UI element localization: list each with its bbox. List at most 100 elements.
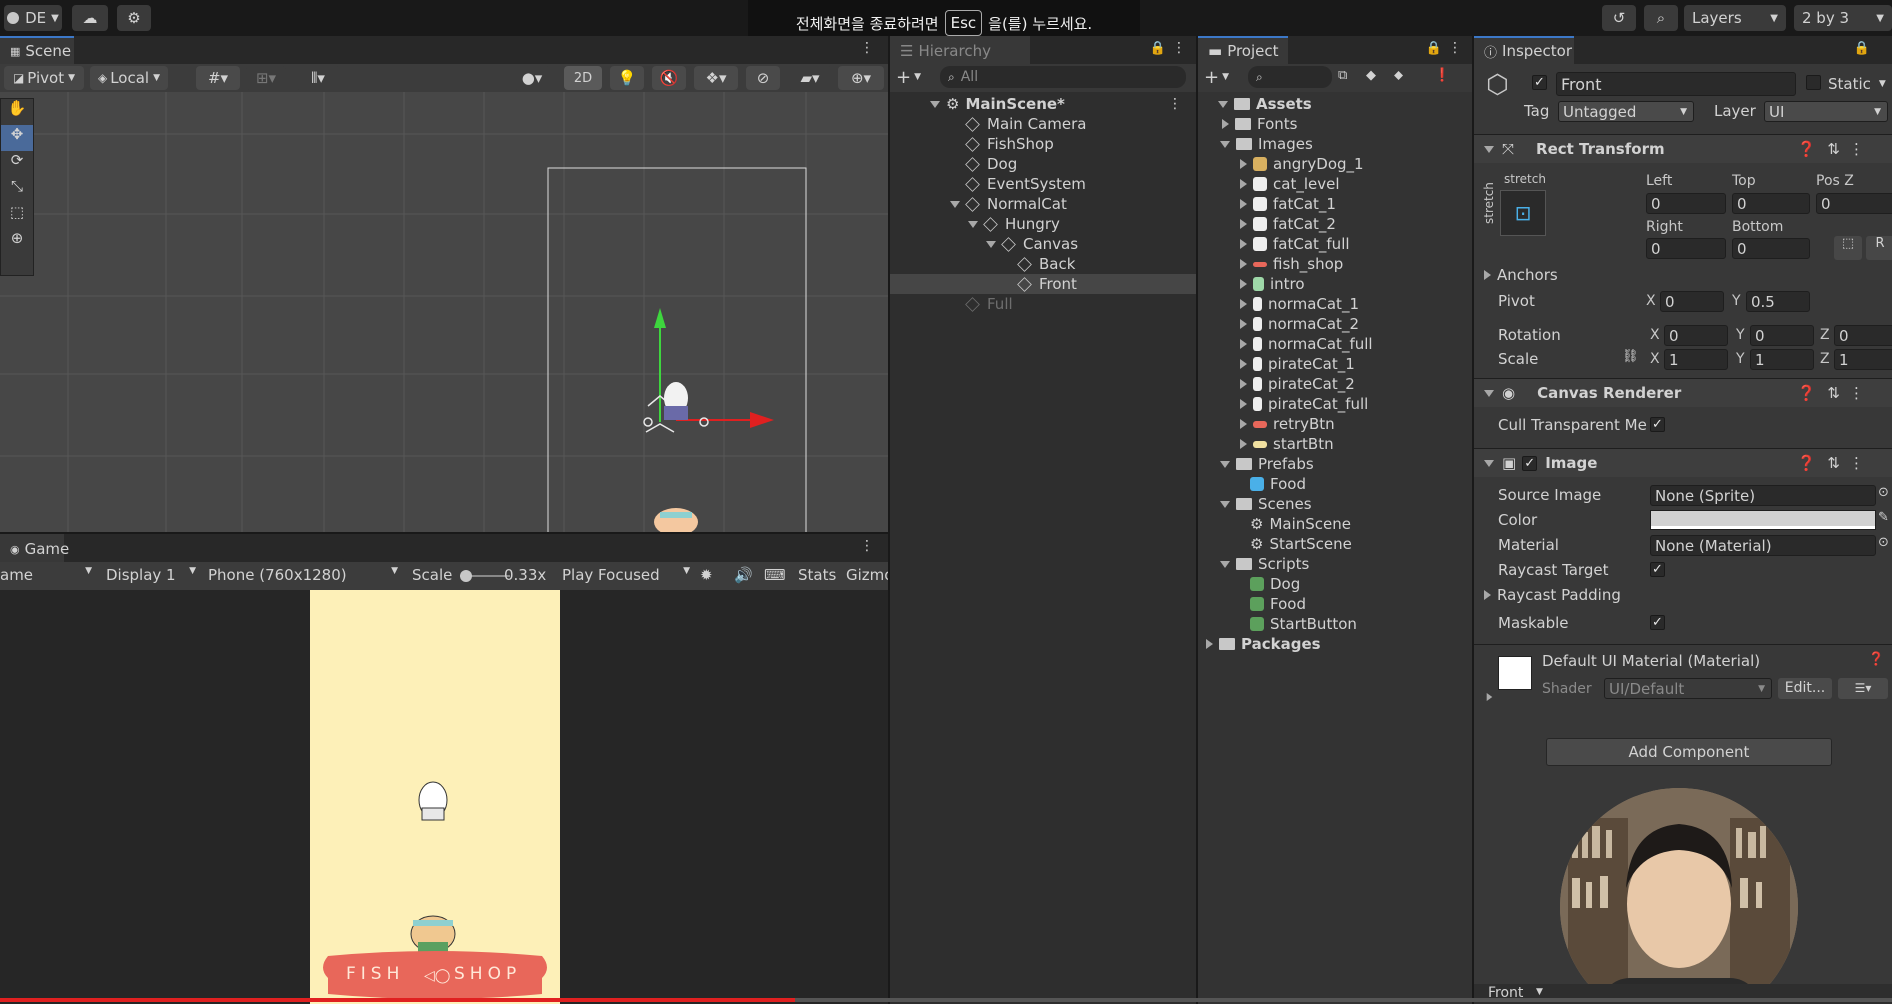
- project-item[interactable]: pirateCat_full: [1240, 394, 1368, 414]
- object-name-field[interactable]: Front: [1556, 72, 1796, 96]
- chevron-down-icon[interactable]: ▼: [1536, 987, 1543, 997]
- hierarchy-item[interactable]: Dog: [965, 154, 1017, 174]
- more-icon[interactable]: ⋮: [1168, 96, 1182, 112]
- raycast-padding-foldout[interactable]: Raycast Padding: [1484, 584, 1621, 606]
- rect-transform-header[interactable]: ⤧ Rect Transform ❓ ⇅ ⋮: [1474, 134, 1892, 163]
- project-item[interactable]: angryDog_1: [1240, 154, 1364, 174]
- more-icon[interactable]: ⋮: [860, 40, 874, 56]
- project-item[interactable]: Dog: [1250, 574, 1300, 594]
- history-button[interactable]: ↺: [1602, 5, 1636, 31]
- image-component-header[interactable]: ▣ ✓ Image ❓ ⇅ ⋮: [1474, 448, 1892, 477]
- increment-snap-button[interactable]: ⊞▾: [246, 66, 286, 90]
- search-button[interactable]: ⌕: [1644, 5, 1678, 31]
- hierarchy-search[interactable]: ⌕ All: [940, 66, 1186, 88]
- image-enabled-checkbox[interactable]: ✓: [1522, 455, 1538, 471]
- cloud-button[interactable]: ☁: [72, 5, 108, 31]
- play-mode-dropdown[interactable]: Play Focused ▼: [562, 566, 690, 584]
- scale-y-field[interactable]: 1: [1750, 349, 1814, 370]
- project-item[interactable]: Scenes: [1220, 494, 1312, 514]
- right-field[interactable]: 0: [1646, 238, 1726, 259]
- object-picker-icon[interactable]: ⊙: [1878, 535, 1889, 550]
- project-item[interactable]: Fonts: [1222, 114, 1297, 134]
- transform-tool[interactable]: ⊕: [1, 229, 33, 255]
- project-item[interactable]: pirateCat_2: [1240, 374, 1355, 394]
- project-item-packages[interactable]: Packages: [1206, 634, 1321, 654]
- project-item[interactable]: fatCat_1: [1240, 194, 1336, 214]
- project-item[interactable]: fatCat_full: [1240, 234, 1350, 254]
- hidden-objects-toggle[interactable]: ⊘: [746, 66, 780, 90]
- project-item[interactable]: fish_shop: [1240, 254, 1343, 274]
- hand-tool[interactable]: ✋: [1, 99, 33, 125]
- more-icon[interactable]: ⋮: [1448, 40, 1462, 56]
- scale-slider[interactable]: [460, 570, 510, 582]
- project-item[interactable]: startBtn: [1240, 434, 1334, 454]
- bottom-field[interactable]: 0: [1732, 238, 1810, 259]
- stats-button[interactable]: Stats: [798, 566, 836, 584]
- cull-transparent-checkbox[interactable]: ✓: [1650, 417, 1665, 432]
- hierarchy-item[interactable]: EventSystem: [965, 174, 1086, 194]
- project-item[interactable]: retryBtn: [1240, 414, 1335, 434]
- hierarchy-item-mainscene[interactable]: ⚙ MainScene*: [930, 94, 1065, 114]
- blueprint-mode-button[interactable]: ⬚: [1834, 236, 1862, 260]
- warning-icon[interactable]: ❗: [1434, 68, 1450, 83]
- static-checkbox[interactable]: [1806, 75, 1821, 90]
- services-button[interactable]: ⚙: [117, 5, 151, 31]
- resolution-dropdown[interactable]: Phone (760x1280) ▼: [208, 566, 398, 584]
- help-icon[interactable]: ❓: [1797, 140, 1816, 158]
- project-item[interactable]: pirateCat_1: [1240, 354, 1355, 374]
- more-icon[interactable]: ⋮: [860, 538, 874, 554]
- tab-scene[interactable]: ▦ Scene: [0, 36, 74, 64]
- object-picker-icon[interactable]: ⊙: [1878, 485, 1889, 500]
- grid-snap-button[interactable]: #▾: [196, 66, 240, 90]
- preset-icon[interactable]: ⇅: [1827, 140, 1840, 158]
- rotation-x-field[interactable]: 0: [1664, 325, 1728, 346]
- top-field[interactable]: 0: [1732, 193, 1810, 214]
- audio-toggle[interactable]: 🔇: [652, 66, 686, 90]
- gizmos-button[interactable]: ⊕▾: [838, 66, 884, 90]
- project-item[interactable]: Images: [1220, 134, 1313, 154]
- more-icon[interactable]: ⋮: [1849, 384, 1864, 402]
- help-icon[interactable]: ❓: [1797, 454, 1816, 472]
- search-by-label-icon[interactable]: ◆: [1366, 68, 1376, 83]
- more-icon[interactable]: ⋮: [1849, 140, 1864, 158]
- rotation-y-field[interactable]: 0: [1750, 325, 1814, 346]
- project-search[interactable]: ⌕: [1248, 66, 1332, 88]
- project-item[interactable]: Prefabs: [1220, 454, 1314, 474]
- shader-dropdown[interactable]: UI/Default ▼: [1604, 678, 1772, 699]
- tab-game[interactable]: ◉ Game: [0, 534, 69, 562]
- layout-dropdown[interactable]: 2 by 3 ▼: [1794, 5, 1892, 31]
- help-icon[interactable]: ❓: [1797, 384, 1816, 402]
- project-item[interactable]: fatCat_2: [1240, 214, 1336, 234]
- tab-hierarchy[interactable]: ☰ Hierarchy: [890, 36, 1030, 64]
- hierarchy-item[interactable]: Back: [1017, 254, 1075, 274]
- move-tool[interactable]: ✥: [1, 125, 33, 151]
- canvas-renderer-header[interactable]: ◉ Canvas Renderer ❓ ⇅ ⋮: [1474, 378, 1892, 407]
- shading-button[interactable]: ●▾: [514, 66, 550, 90]
- project-item[interactable]: Scripts: [1220, 554, 1309, 574]
- effects-toggle[interactable]: ❖▾: [694, 66, 738, 90]
- layer-dropdown[interactable]: UI ▼: [1764, 101, 1888, 122]
- add-component-button[interactable]: Add Component: [1546, 738, 1832, 766]
- more-icon[interactable]: ⋮: [1849, 454, 1864, 472]
- rect-tool[interactable]: ⬚: [1, 203, 33, 229]
- raycast-target-checkbox[interactable]: ✓: [1650, 562, 1665, 577]
- pivot-y-field[interactable]: 0.5: [1746, 291, 1810, 312]
- hierarchy-item[interactable]: Main Camera: [965, 114, 1086, 134]
- material-field[interactable]: None (Material): [1650, 535, 1876, 556]
- lock-icon[interactable]: 🔒: [1854, 41, 1870, 56]
- link-broken-icon[interactable]: ⛓: [1622, 349, 1639, 364]
- project-item[interactable]: normaCat_1: [1240, 294, 1359, 314]
- scale-x-field[interactable]: 1: [1664, 349, 1728, 370]
- preset-icon[interactable]: ⇅: [1827, 454, 1840, 472]
- tab-project[interactable]: ▬ Project: [1198, 36, 1288, 64]
- project-item-assets[interactable]: Assets: [1218, 94, 1312, 114]
- add-object-button[interactable]: + ▼: [896, 66, 932, 88]
- maskable-checkbox[interactable]: ✓: [1650, 615, 1665, 630]
- project-item[interactable]: ⚙ MainScene: [1250, 514, 1351, 534]
- anchors-foldout[interactable]: Anchors: [1484, 264, 1558, 286]
- edit-shader-button[interactable]: Edit...: [1778, 678, 1832, 699]
- project-item[interactable]: StartButton: [1250, 614, 1357, 634]
- lighting-toggle[interactable]: 💡: [610, 66, 644, 90]
- rotation-z-field[interactable]: 0: [1834, 325, 1892, 346]
- video-progress-track[interactable]: [0, 998, 1892, 1002]
